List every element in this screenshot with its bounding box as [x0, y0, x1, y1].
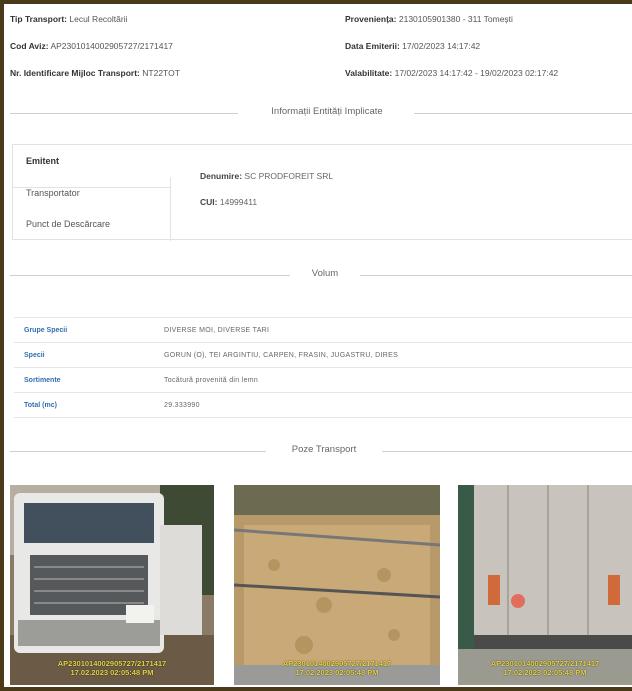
cod-aviz-label: Cod Aviz: — [10, 41, 49, 51]
section-title-poze: Poze Transport — [291, 444, 357, 455]
table-row: Total (mc) 29.333990 — [14, 392, 632, 418]
data-emiterii-label: Data Emiterii: — [345, 41, 400, 51]
tip-transport-label: Tip Transport: — [10, 14, 67, 24]
tab-emitent[interactable]: Emitent — [12, 156, 170, 166]
valabilitate-label: Valabilitate: — [345, 68, 393, 78]
cui-field: CUI: 14999411 — [200, 197, 257, 207]
data-emiterii: Data Emiterii: 17/02/2023 14:17:42 — [345, 41, 480, 51]
denumire-label: Denumire: — [200, 171, 243, 181]
transport-detail-panel: Tip Transport: Lecul Recoltării Cod Aviz… — [4, 4, 632, 687]
nr-identificare-label: Nr. Identificare Mijloc Transport: — [10, 68, 140, 78]
photo-stamp: AP2301014002905727/2171417 17.02.2023 02… — [282, 659, 392, 677]
tip-transport-value: Lecul Recoltării — [69, 14, 128, 24]
photo-stamp: AP2301014002905727/2171417 17.02.2023 02… — [57, 659, 167, 677]
table-row: Sortimente Tocătură provenită din lemn — [14, 367, 632, 393]
tab-transportator-label: Transportator — [26, 188, 80, 198]
cui-value: 14999411 — [219, 197, 258, 207]
volum-value: DIVERSE MOI, DIVERSE TARI — [154, 317, 632, 343]
tab-transportator[interactable]: Transportator — [12, 187, 170, 198]
valabilitate-value: 17/02/2023 14:17:42 - 19/02/2023 02:17:4… — [394, 68, 559, 78]
nr-identificare-value: NT22TOT — [142, 68, 180, 78]
volum-key: Sortimente — [14, 367, 154, 393]
entity-tabs: Emitent Transportator Punct de Descărcar… — [12, 144, 170, 240]
cargo-image — [234, 485, 440, 685]
section-divider-volum: Volum — [10, 268, 632, 282]
section-title-entitati: Informații Entități Implicate — [271, 106, 383, 117]
volum-value: GORUN (O), TEI ARGINTIU, CARPEN, FRASIN,… — [154, 342, 632, 368]
truck-front-image — [10, 485, 214, 685]
denumire-value: SC PRODFOREIT SRL — [244, 171, 334, 181]
nr-identificare: Nr. Identificare Mijloc Transport: NT22T… — [10, 68, 180, 78]
section-divider-entitati: Informații Entități Implicate — [10, 106, 632, 120]
cod-aviz-value: AP2301014002905727/2171417 — [50, 41, 173, 51]
provenienta: Proveniența: 2130105901380 - 311 Tomești — [345, 14, 513, 24]
table-row: Grupe Specii DIVERSE MOI, DIVERSE TARI — [14, 317, 632, 343]
section-title-volum: Volum — [311, 268, 339, 279]
table-row: Specii GORUN (O), TEI ARGINTIU, CARPEN, … — [14, 342, 632, 368]
cui-label: CUI: — [200, 197, 218, 207]
transport-photo-truck-front[interactable]: AP2301014002905727/2171417 17.02.2023 02… — [10, 485, 214, 685]
transport-photo-cargo[interactable]: AP2301014002905727/2171417 17.02.2023 02… — [234, 485, 440, 685]
data-emiterii-value: 17/02/2023 14:17:42 — [402, 41, 481, 51]
truck-rear-image — [458, 485, 632, 685]
tip-transport: Tip Transport: Lecul Recoltării — [10, 14, 128, 24]
photo-stamp: AP2301014002905727/2171417 17.02.2023 02… — [490, 659, 600, 677]
cod-aviz: Cod Aviz: AP2301014002905727/2171417 — [10, 41, 173, 51]
section-divider-poze: Poze Transport — [10, 444, 632, 458]
provenienta-label: Proveniența: — [345, 14, 397, 24]
volum-value: 29.333990 — [154, 392, 632, 418]
valabilitate: Valabilitate: 17/02/2023 14:17:42 - 19/0… — [345, 68, 558, 78]
volum-key: Grupe Specii — [14, 317, 154, 343]
provenienta-value: 2130105901380 - 311 Tomești — [398, 14, 513, 24]
volum-table: Grupe Specii DIVERSE MOI, DIVERSE TARI S… — [14, 317, 632, 418]
volum-key: Total (mc) — [14, 392, 154, 418]
denumire-field: Denumire: SC PRODFOREIT SRL — [200, 171, 333, 181]
volum-value: Tocătură provenită din lemn — [154, 367, 632, 393]
transport-photo-truck-rear[interactable]: AP2301014002905727/2171417 17.02.2023 02… — [458, 485, 632, 685]
tab-punct-descarcare[interactable]: Punct de Descărcare — [12, 219, 170, 229]
volum-key: Specii — [14, 342, 154, 368]
